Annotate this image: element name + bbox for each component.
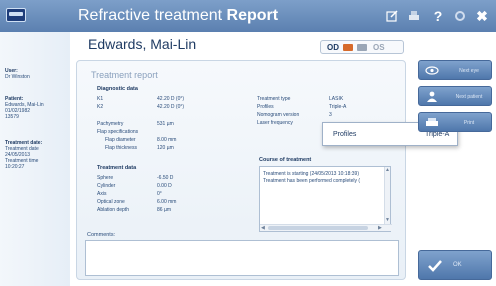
help-glyph: ?: [433, 8, 443, 24]
treatment-data-heading: Treatment data: [97, 165, 137, 171]
diagnostic-value: 42.20 D (0°): [157, 104, 185, 110]
horizontal-scrollbar[interactable]: ◀ ▶: [260, 224, 392, 231]
next-eye-label: Next eye: [459, 68, 479, 74]
diagnostic-label: Pachymetry: [97, 121, 124, 127]
ok-label: OK: [453, 262, 462, 268]
course-line: Treatment is starting (24/05/2013 10:18:…: [263, 171, 359, 177]
treatment-date-block: Treatment date: Treatment date 24/05/201…: [5, 140, 69, 170]
diagnostic-value: 120 µm: [157, 145, 174, 151]
info-label: Profiles: [257, 104, 274, 110]
vertical-scrollbar[interactable]: ▲ ▼: [384, 167, 390, 225]
edit-icon[interactable]: [384, 8, 400, 24]
diagnostic-label: Flap diameter: [105, 137, 136, 143]
scroll-left-icon[interactable]: ◀: [261, 225, 265, 231]
diagnostic-label: Flap thickness: [105, 145, 137, 151]
treatment-report-panel: Treatment report Diagnostic data K1 42.2…: [76, 60, 406, 280]
info-value: Triple-A: [329, 104, 347, 110]
treatment-value: -6.50 D: [157, 175, 174, 181]
eye-os-label[interactable]: OS: [373, 43, 385, 52]
next-patient-button[interactable]: Next patient: [418, 86, 492, 106]
scroll-up-icon[interactable]: ▲: [385, 167, 390, 173]
diagnostic-label: K1: [97, 96, 104, 102]
window-title: Refractive treatment Report: [78, 7, 278, 25]
popup-value: Triple-A: [425, 131, 450, 138]
eye-od-label[interactable]: OD: [327, 43, 339, 52]
treatment-time-value: 10:20:27: [5, 164, 25, 170]
close-glyph: ✖: [476, 7, 488, 24]
diagnostic-label: Flap specifications: [97, 129, 139, 135]
window-title-bold: Report: [226, 7, 279, 24]
os-eye-icon: [357, 44, 367, 51]
patient-block: Patient: Edwards, Mai-Lin 01/02/1982 135…: [5, 96, 69, 120]
close-icon[interactable]: ✖: [474, 8, 490, 24]
comments-label: Comments:: [87, 232, 116, 238]
person-icon: [427, 91, 437, 102]
eye-icon: [425, 66, 439, 75]
sidebar: User: Dr Winston Patient: Edwards, Mai-L…: [0, 32, 70, 286]
title-bar: Refractive treatment Report ? ✖: [0, 0, 496, 32]
treatment-value: 0°: [157, 191, 162, 197]
diagnostic-label: K2: [97, 104, 104, 110]
treatment-label: Optical zone: [97, 199, 125, 205]
treatment-label: Sphere: [97, 175, 114, 181]
od-eye-icon: [343, 44, 353, 51]
checkmark-icon: [428, 260, 442, 272]
report-title: Treatment report: [91, 70, 158, 80]
scroll-right-icon[interactable]: ▶: [378, 225, 382, 231]
info-label: Laser frequency: [257, 120, 293, 126]
print-icon[interactable]: [406, 8, 422, 24]
next-eye-button[interactable]: Next eye: [418, 60, 492, 80]
popup-label: Profiles: [333, 131, 357, 138]
printer-icon: [426, 118, 438, 126]
treatment-label: Cylinder: [97, 183, 116, 189]
scroll-down-icon[interactable]: ▼: [385, 217, 390, 223]
scroll-thumb[interactable]: [268, 226, 368, 230]
diagnostic-value: 531 µm: [157, 121, 174, 127]
info-label: Treatment type: [257, 96, 291, 102]
diagnostic-heading: Diagnostic data: [97, 86, 138, 92]
patient-id: 13579: [5, 114, 19, 120]
diagnostic-value: 8.00 mm: [157, 137, 177, 143]
treatment-value: 6.00 mm: [157, 199, 177, 205]
patient-header: Edwards, Mai-Lin OD OS: [70, 32, 410, 58]
help-icon[interactable]: ?: [430, 8, 446, 24]
info-value: LASIK: [329, 96, 344, 102]
window-title-prefix: Refractive treatment: [78, 7, 223, 24]
user-block: User: Dr Winston: [5, 68, 69, 80]
treatment-label: Ablation depth: [97, 207, 129, 213]
user-name: Dr Winston: [5, 74, 30, 80]
info-label: Nomogram version: [257, 112, 300, 118]
comments-field[interactable]: [85, 240, 399, 276]
treatment-value: 86 µm: [157, 207, 171, 213]
diagnostic-value: 42.20 D (0°): [157, 96, 185, 102]
treatment-value: 0.00 D: [157, 183, 172, 189]
ok-button[interactable]: OK: [418, 250, 492, 280]
course-log[interactable]: Treatment is starting (24/05/2013 10:18:…: [259, 166, 392, 232]
course-heading: Course of treatment: [259, 157, 312, 163]
treatment-label: Axis: [97, 191, 107, 197]
patient-name-heading: Edwards, Mai-Lin: [88, 36, 197, 52]
print-label: Print: [463, 120, 475, 126]
zeiss-logo: [6, 8, 26, 22]
print-button[interactable]: Print: [418, 112, 492, 132]
course-line: Treatment has been performed completely …: [263, 178, 361, 184]
info-value: 3: [329, 112, 332, 118]
eye-switch[interactable]: OD OS: [320, 40, 404, 54]
next-patient-label: Next patient: [455, 94, 483, 100]
settings-icon[interactable]: [452, 8, 468, 24]
